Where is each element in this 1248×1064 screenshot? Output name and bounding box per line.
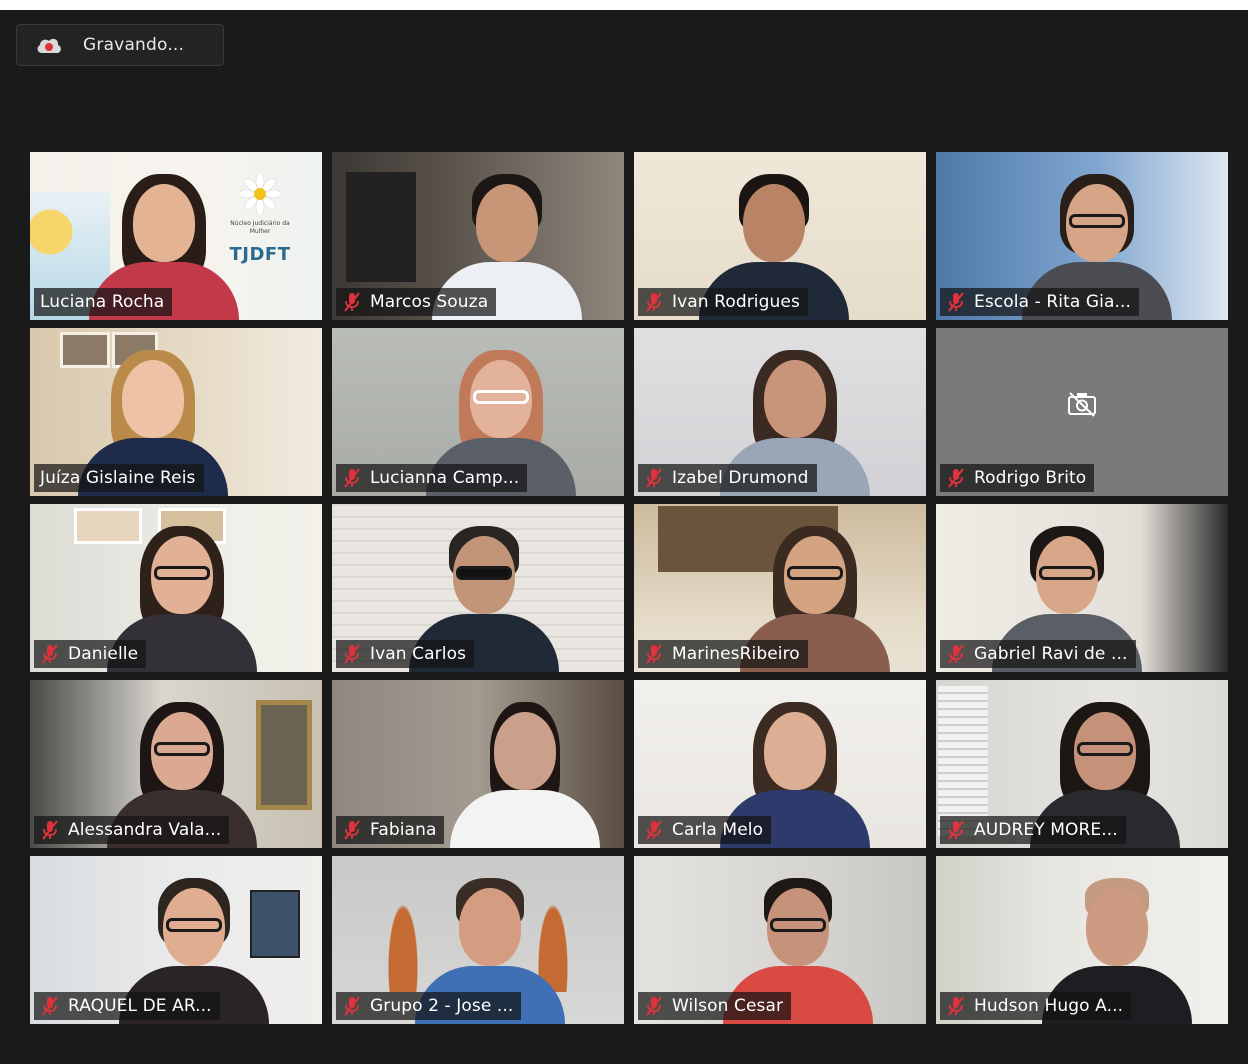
participant-name: Escola - Rita Gia...	[974, 292, 1131, 312]
cloud-record-icon	[35, 35, 63, 55]
participant-name-tag: Rodrigo Brito	[940, 464, 1095, 492]
recording-label: Gravando...	[83, 35, 185, 55]
participant-name: AUDREY MORE...	[974, 820, 1118, 840]
participant-name-tag: RAQUEL DE AR...	[34, 992, 220, 1020]
participant-name-tag: Danielle	[34, 640, 147, 668]
participant-tile[interactable]: Wilson Cesar	[634, 856, 926, 1024]
participant-name-tag: MarinesRibeiro	[638, 640, 808, 668]
recording-indicator[interactable]: Gravando...	[16, 24, 224, 66]
mic-muted-icon	[946, 643, 966, 665]
participant-name: Ivan Rodrigues	[672, 292, 800, 312]
participant-name-tag: Escola - Rita Gia...	[940, 288, 1139, 316]
participant-name: Lucianna Camp...	[370, 468, 520, 488]
mic-muted-icon	[644, 467, 664, 489]
participant-tile[interactable]: Juíza Gislaine Reis	[30, 328, 322, 496]
mic-muted-icon	[946, 995, 966, 1017]
mic-muted-icon	[946, 819, 966, 841]
camera-off-icon	[1066, 390, 1098, 418]
participant-name: Izabel Drumond	[672, 468, 809, 488]
participant-name: Rodrigo Brito	[974, 468, 1087, 488]
participant-tile[interactable]: Izabel Drumond	[634, 328, 926, 496]
mic-muted-icon	[946, 291, 966, 313]
participant-tile[interactable]: Escola - Rita Gia...	[936, 152, 1228, 320]
background-tv	[346, 172, 416, 282]
participant-tile[interactable]: Ivan Rodrigues	[634, 152, 926, 320]
tjdft-logo: Núcleo Judiciário da Mulher TJDFT	[220, 172, 300, 265]
participant-name-tag: Juíza Gislaine Reis	[34, 464, 204, 492]
participant-name-tag: Ivan Rodrigues	[638, 288, 808, 316]
participant-name: Gabriel Ravi de ...	[974, 644, 1128, 664]
participant-tile[interactable]: Carla Melo	[634, 680, 926, 848]
participant-name-tag: Izabel Drumond	[638, 464, 817, 492]
participant-name-tag: Luciana Rocha	[34, 288, 173, 316]
participant-name: Alessandra Vala...	[68, 820, 222, 840]
participant-name-tag: Grupo 2 - Jose ...	[336, 992, 522, 1020]
participant-name-tag: Hudson Hugo A...	[940, 992, 1132, 1020]
participant-tile[interactable]: Rodrigo Brito	[936, 328, 1228, 496]
participant-tile[interactable]: Danielle	[30, 504, 322, 672]
participant-name: MarinesRibeiro	[672, 644, 800, 664]
mic-muted-icon	[342, 291, 362, 313]
mic-muted-icon	[644, 643, 664, 665]
participant-tile[interactable]: Lucianna Camp...	[332, 328, 624, 496]
participant-tile[interactable]: Grupo 2 - Jose ...	[332, 856, 624, 1024]
participant-name: Hudson Hugo A...	[974, 996, 1124, 1016]
mic-muted-icon	[946, 467, 966, 489]
participant-name-tag: Alessandra Vala...	[34, 816, 230, 844]
participant-name: Danielle	[68, 644, 139, 664]
participant-name: Fabiana	[370, 820, 437, 840]
participant-tile[interactable]: AUDREY MORE...	[936, 680, 1228, 848]
mic-muted-icon	[342, 995, 362, 1017]
window-blinds	[938, 686, 988, 836]
participant-name: Wilson Cesar	[672, 996, 784, 1016]
participant-name-tag: Ivan Carlos	[336, 640, 475, 668]
participant-tile[interactable]: Gabriel Ravi de ...	[936, 504, 1228, 672]
mic-muted-icon	[342, 819, 362, 841]
participant-name-tag: Fabiana	[336, 816, 445, 844]
logo-org-name: TJDFT	[229, 244, 291, 265]
mic-muted-icon	[40, 643, 60, 665]
participant-name: Juíza Gislaine Reis	[40, 468, 196, 488]
mic-muted-icon	[644, 995, 664, 1017]
window-top-edge	[0, 0, 1248, 10]
participant-name-tag: Gabriel Ravi de ...	[940, 640, 1136, 668]
participant-name-tag: Marcos Souza	[336, 288, 497, 316]
participant-name: Luciana Rocha	[40, 292, 165, 312]
logo-subtitle: Núcleo Judiciário da Mulher	[230, 220, 290, 235]
wall-mirror	[256, 700, 312, 810]
meeting-gallery-view: Gravando... Núcleo Judiciário da Mulher …	[0, 0, 1248, 1064]
participant-tile[interactable]: Ivan Carlos	[332, 504, 624, 672]
participant-tile[interactable]: RAQUEL DE AR...	[30, 856, 322, 1024]
participant-name-tag: Lucianna Camp...	[336, 464, 528, 492]
participant-tile[interactable]: Hudson Hugo A...	[936, 856, 1228, 1024]
participant-tile[interactable]: Fabiana	[332, 680, 624, 848]
mic-muted-icon	[342, 467, 362, 489]
participant-name: Carla Melo	[672, 820, 764, 840]
participant-grid: Núcleo Judiciário da Mulher TJDFT Lucian…	[30, 152, 1232, 1024]
participant-name: RAQUEL DE AR...	[68, 996, 212, 1016]
participant-name-tag: AUDREY MORE...	[940, 816, 1126, 844]
mic-muted-icon	[40, 995, 60, 1017]
mic-muted-icon	[644, 819, 664, 841]
mic-muted-icon	[644, 291, 664, 313]
participant-tile[interactable]: Núcleo Judiciário da Mulher TJDFT Lucian…	[30, 152, 322, 320]
participant-tile[interactable]: MarinesRibeiro	[634, 504, 926, 672]
participant-name-tag: Wilson Cesar	[638, 992, 792, 1020]
participant-name: Grupo 2 - Jose ...	[370, 996, 514, 1016]
participant-name: Ivan Carlos	[370, 644, 467, 664]
participant-tile[interactable]: Alessandra Vala...	[30, 680, 322, 848]
mic-muted-icon	[40, 819, 60, 841]
participant-name: Marcos Souza	[370, 292, 489, 312]
mic-muted-icon	[342, 643, 362, 665]
participant-name-tag: Carla Melo	[638, 816, 772, 844]
participant-video	[449, 698, 600, 848]
flower-icon	[238, 172, 282, 216]
participant-tile[interactable]: Marcos Souza	[332, 152, 624, 320]
